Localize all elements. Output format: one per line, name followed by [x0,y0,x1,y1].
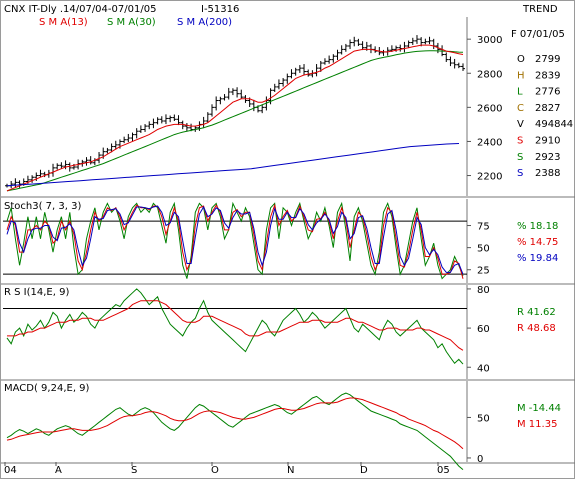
info-value: 2799 [535,54,560,65]
chart-frame: CNX IT-Dly .14/07/04-07/01/05 I-51316 TR… [0,0,575,479]
legend-value: M -14.44 [517,403,561,414]
x-tick-label: O [211,465,219,476]
sma13-line [6,44,464,192]
panel-price: 2200 2400 2600 2800 3000 S M A(13) S M A(30) S … [1,17,575,198]
chart-id: I-51316 [201,4,239,15]
panel-label: MACD( 9,24,E, 9) [4,383,90,394]
legend-item: S M A(200) [177,17,232,28]
y-tick-label: 50 [477,244,490,255]
info-value: 2923 [535,152,560,163]
legend-value: % 19.84 [517,253,558,264]
legend-value: R 41.62 [517,307,556,318]
y-tick-label: 75 [477,222,490,233]
x-tick-label: N [287,465,294,476]
macd-line [6,392,464,470]
info-value: 2388 [535,168,560,179]
legend-value: R 48.68 [517,323,556,334]
info-key: S [517,152,523,163]
info-key: L [517,87,523,98]
panel-label: R S I(14,E, 9) [4,287,69,298]
y-tick-label: 2800 [477,69,502,80]
panel-stoch: 25 50 75 Stoch3( 7, 3, 3) % 18.18 % 14.75 % 19… [1,199,575,285]
signal-line [6,397,464,450]
stock-chart: CNX IT-Dly .14/07/04-07/01/05 I-51316 TR… [1,4,575,476]
x-tick-label: A [55,465,62,476]
x-tick-label: 05 [437,465,450,476]
info-value: 2839 [535,70,560,81]
info-key: S [517,168,523,179]
panel-rsi: 40 60 80 R S I(14,E, 9) R 41.62 R 48.68 [1,285,575,381]
info-key: O [517,54,525,65]
y-tick-label: 2600 [477,103,502,114]
y-tick-label: 50 [477,413,490,424]
legend-value: % 14.75 [517,237,558,248]
x-tick-label: D [360,465,368,476]
legend-value: M 11.35 [517,419,557,430]
y-tick-label: 2200 [477,172,502,183]
info-key: S [517,136,523,147]
info-value: 2910 [535,136,560,147]
legend-item: S M A(13) [39,17,88,28]
info-value: 494844 [535,119,573,130]
x-axis: 04 A S O N D 05 [4,462,450,476]
y-tick-label: 3000 [477,35,502,46]
legend-value: % 18.18 [517,221,558,232]
info-value: 2827 [535,103,560,114]
info-date: F 07/01/05 [511,29,565,40]
chart-title: CNX IT-Dly .14/07/04-07/01/05 [4,4,156,15]
info-key: C [517,103,524,114]
info-value: 2776 [535,87,560,98]
y-tick-label: 60 [477,324,490,335]
y-tick-label: 2400 [477,137,502,148]
panel-label: Stoch3( 7, 3, 3) [4,201,81,212]
rsi-line [6,288,464,365]
y-tick-label: 0 [477,454,483,465]
info-key: H [517,70,525,81]
legend-item: S M A(30) [107,17,156,28]
info-key: V [517,119,524,130]
y-tick-label: 80 [477,285,490,296]
y-tick-label: 25 [477,266,490,277]
x-tick-label: 04 [4,465,17,476]
trend-label: TREND [522,4,558,15]
chart-panels: 2200 2400 2600 2800 3000 S M A(13) S M A(30) S … [1,17,575,470]
x-tick-label: S [131,465,137,476]
y-tick-label: 40 [477,363,490,374]
pct_d-line [6,203,464,279]
panel-macd: 0 50 MACD( 9,24,E, 9) M -14.44 M 11.35 [1,381,575,470]
